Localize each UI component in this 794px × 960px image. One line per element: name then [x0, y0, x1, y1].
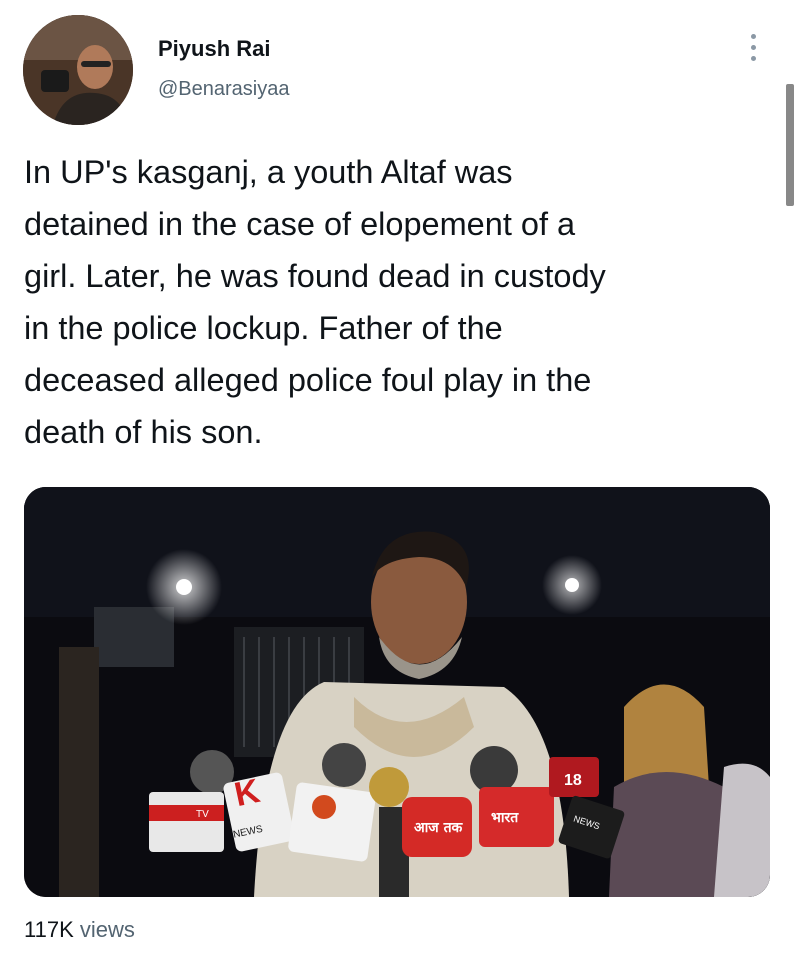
views-count: 117K views — [24, 917, 135, 943]
author-avatar[interactable] — [23, 15, 133, 125]
news-photo: TV K NEWS आज तक भारत 18 NEWS — [24, 487, 770, 897]
tweet-text: In UP's kasganj, a youth Altaf was detai… — [24, 154, 606, 450]
author-handle[interactable]: @Benarasiyaa — [158, 78, 289, 101]
mic-label-bharat: भारत — [491, 810, 519, 826]
mic-label-18: 18 — [564, 772, 582, 789]
author-name[interactable]: Piyush Rai — [158, 36, 270, 62]
views-number: 117K — [24, 917, 74, 942]
avatar-photo — [23, 15, 133, 125]
views-label: views — [73, 917, 135, 942]
mic-label-tv: TV — [196, 809, 209, 820]
more-vertical-icon[interactable] — [744, 30, 764, 66]
page-scrollbar[interactable] — [786, 84, 794, 206]
tweet-media-photo[interactable]: TV K NEWS आज तक भारत 18 NEWS — [24, 487, 770, 897]
mic-label-aajtak: आज तक — [414, 820, 464, 836]
